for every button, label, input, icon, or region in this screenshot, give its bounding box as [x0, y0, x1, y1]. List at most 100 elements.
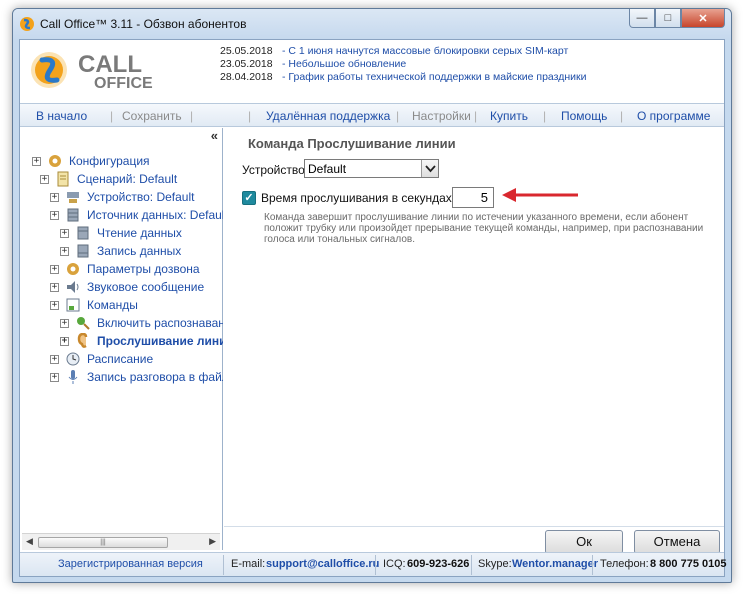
gear-icon — [67, 263, 79, 275]
dropdown-button[interactable] — [421, 160, 438, 177]
tree-node-label: Команды — [87, 298, 138, 312]
tree-node-write-data[interactable]: + Запись данных — [60, 242, 181, 260]
maximize-icon: □ — [664, 12, 672, 24]
ok-button[interactable]: Ок — [545, 530, 623, 554]
checkmark-icon: ✓ — [244, 192, 254, 204]
expand-icon[interactable]: + — [50, 282, 59, 292]
expand-icon[interactable]: + — [50, 192, 59, 202]
microphone-icon — [68, 370, 78, 384]
expand-icon[interactable]: + — [50, 372, 59, 382]
tree-node-scenario[interactable]: + Сценарий: Default — [40, 170, 177, 188]
listen-time-checkbox[interactable]: ✓ — [242, 191, 256, 205]
tree-node-label: Расписание — [87, 352, 154, 366]
tree-node-line-listening[interactable]: + Прослушивание линии — [60, 332, 223, 350]
script-icon — [57, 171, 69, 187]
expand-icon[interactable]: + — [32, 156, 41, 166]
phone-value: 8 800 775 0105 — [650, 558, 727, 570]
remote-support-link[interactable]: Удалённая поддержка — [266, 109, 390, 123]
tree-node-configuration[interactable]: + Конфигурация — [32, 152, 150, 170]
expand-icon[interactable]: + — [50, 264, 59, 274]
device-label: Устройство: — [242, 163, 309, 177]
maximize-button[interactable]: □ — [655, 9, 681, 28]
settings-link[interactable]: Настройки — [412, 109, 471, 123]
close-icon: ✕ — [698, 12, 708, 25]
registered-version-link[interactable]: Зарегистрированная версия — [58, 558, 203, 570]
minimize-button[interactable]: — — [629, 9, 655, 28]
status-bar: Зарегистрированная версия E-mail: suppor… — [20, 552, 727, 576]
buy-link[interactable]: Купить — [490, 109, 528, 123]
tree-node-recognition[interactable]: + Включить распознавани — [60, 314, 223, 332]
scroll-thumb[interactable]: ||| — [38, 537, 168, 548]
app-logo-icon — [20, 17, 34, 31]
minimize-icon: — — [636, 12, 648, 24]
tree-node-label: Чтение данных — [97, 226, 182, 240]
news-link[interactable]: График работы технической поддержки в ма… — [288, 71, 586, 84]
skype-label: Skype: — [478, 558, 512, 570]
app-window: Call Office™ 3.11 - Обзвон абонентов — □… — [12, 8, 732, 583]
icq-label: ICQ: — [383, 558, 406, 570]
expand-icon[interactable]: + — [40, 174, 49, 184]
skype-link[interactable]: Wentor.manager — [512, 558, 598, 570]
expand-icon[interactable]: + — [60, 318, 69, 328]
help-link[interactable]: Помощь — [561, 109, 607, 123]
header: CALL OFFICE 25.05.2018 - С 1 июня начнут… — [20, 40, 724, 100]
tree-node-datasource[interactable]: + Источник данных: Default — [50, 206, 223, 224]
news-date: 25.05.2018 — [220, 45, 273, 57]
title-bar[interactable]: Call Office™ 3.11 - Обзвон абонентов — □… — [13, 9, 731, 39]
save-link[interactable]: Сохранить — [122, 109, 182, 123]
commands-icon — [66, 298, 80, 312]
expand-icon[interactable]: + — [60, 246, 69, 256]
database-icon — [67, 208, 79, 222]
expand-icon[interactable]: + — [50, 300, 59, 310]
client-area: CALL OFFICE 25.05.2018 - С 1 июня начнут… — [19, 39, 727, 577]
home-link[interactable]: В начало — [36, 109, 87, 123]
icq-value: 609-923-626 — [407, 558, 470, 570]
calloffice-logo: CALL OFFICE — [31, 51, 153, 92]
seconds-input[interactable]: 5 — [452, 187, 494, 208]
description-text: Команда завершит прослушивание линии по … — [264, 212, 704, 245]
section-title: Команда Прослушивание линии — [248, 136, 456, 151]
about-link[interactable]: О программе — [637, 109, 710, 123]
collapse-panel-icon[interactable]: « — [211, 128, 218, 143]
tree-node-label: Включить распознавани — [97, 316, 223, 330]
toolbar: В начало | Сохранить | | Удалённая подде… — [20, 103, 724, 127]
svg-text:CALL: CALL — [78, 51, 142, 78]
tree-node-read-data[interactable]: + Чтение данных — [60, 224, 182, 242]
news-link[interactable]: С 1 июня начнутся массовые блокировки се… — [288, 45, 568, 58]
listen-time-label: Время прослушивания в секундах: — [261, 191, 456, 205]
expand-icon[interactable]: + — [60, 336, 69, 346]
phone-label: Телефон: — [600, 558, 649, 570]
button-area: Ок Отмена — [224, 526, 724, 554]
tree-node-device[interactable]: + Устройство: Default — [50, 188, 194, 206]
device-select[interactable]: Default — [304, 159, 439, 178]
tree-node-label: Запись данных — [97, 244, 182, 258]
expand-icon[interactable]: + — [50, 210, 59, 220]
speaker-icon — [67, 281, 79, 293]
scroll-right-icon[interactable]: ▶ — [209, 536, 216, 547]
email-label: E-mail: — [231, 558, 266, 570]
tree-node-label: Звуковое сообщение — [87, 280, 205, 294]
cancel-button[interactable]: Отмена — [634, 530, 720, 554]
expand-icon[interactable]: + — [60, 228, 69, 238]
email-link[interactable]: support@calloffice.ru — [266, 558, 379, 570]
config-tree: + Конфигурация + Сценарий: Default + Уст… — [20, 148, 223, 532]
device-select-value: Default — [308, 162, 347, 176]
tree-node-dial-params[interactable]: + Параметры дозвона — [50, 260, 200, 278]
news-date: 28.04.2018 — [220, 71, 273, 83]
tree-node-label: Прослушивание линии — [97, 334, 223, 348]
news-link[interactable]: Небольшое обновление — [288, 58, 406, 71]
close-button[interactable]: ✕ — [681, 9, 725, 28]
recognition-icon — [77, 317, 90, 330]
device-icon — [67, 192, 79, 203]
tree-horizontal-scrollbar[interactable]: ◀ ||| ▶ — [22, 533, 220, 550]
config-tree-panel: « + Конфигурация + Сценарий: Default + У… — [20, 128, 223, 550]
tree-node-sound-message[interactable]: + Звуковое сообщение — [50, 278, 204, 296]
news-list: 25.05.2018 - С 1 июня начнутся массовые … — [220, 45, 587, 84]
chevron-down-icon — [425, 165, 436, 173]
tree-node-schedule[interactable]: + Расписание — [50, 350, 153, 368]
tree-node-commands[interactable]: + Команды — [50, 296, 138, 314]
scroll-left-icon[interactable]: ◀ — [26, 536, 33, 547]
expand-icon[interactable]: + — [50, 354, 59, 364]
tree-node-label: Сценарий: Default — [77, 172, 178, 186]
tree-node-record-to-file[interactable]: + Запись разговора в файл — [50, 368, 223, 386]
